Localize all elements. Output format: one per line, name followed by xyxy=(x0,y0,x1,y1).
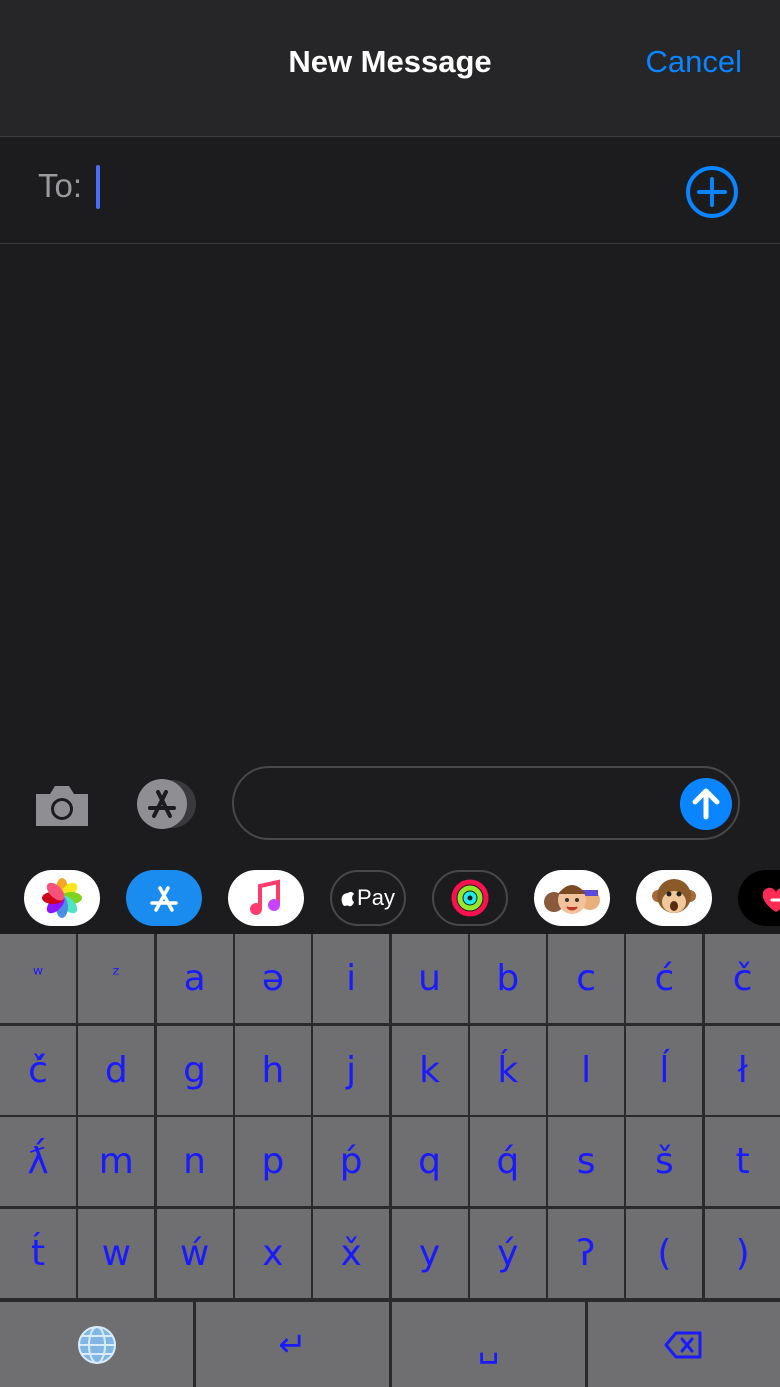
add-contact-icon[interactable] xyxy=(685,165,739,219)
key[interactable]: i xyxy=(313,934,390,1023)
backspace-key[interactable] xyxy=(588,1302,780,1387)
key[interactable]: ʔ xyxy=(548,1208,625,1298)
memoji-stickers-icon[interactable] xyxy=(534,870,610,926)
key[interactable]: ý xyxy=(469,1208,546,1298)
key[interactable]: y xyxy=(391,1208,468,1298)
cancel-button[interactable]: Cancel xyxy=(646,44,743,80)
key[interactable]: g xyxy=(156,1025,233,1115)
key[interactable]: n xyxy=(156,1117,233,1206)
nav-bar: New Message Cancel xyxy=(0,0,780,137)
key[interactable]: m xyxy=(78,1117,155,1206)
key[interactable]: q xyxy=(391,1117,468,1206)
key[interactable]: č́ xyxy=(0,1025,76,1115)
key[interactable]: h xyxy=(234,1025,311,1115)
key[interactable]: k xyxy=(391,1025,468,1115)
key[interactable]: ƛ́ xyxy=(0,1117,76,1206)
key[interactable]: ) xyxy=(704,1208,780,1298)
message-input[interactable] xyxy=(232,766,740,840)
camera-icon[interactable] xyxy=(32,782,92,830)
compose-bar xyxy=(0,760,780,856)
apple-pay-icon[interactable]: Pay xyxy=(330,870,406,926)
app-store-drawer-icon[interactable] xyxy=(132,778,200,830)
animoji-monkey-icon[interactable] xyxy=(636,870,712,926)
digital-touch-icon[interactable] xyxy=(738,870,780,926)
key[interactable]: ẃ xyxy=(156,1208,233,1298)
key[interactable]: s xyxy=(548,1117,625,1206)
key[interactable]: p xyxy=(234,1117,311,1206)
return-key[interactable]: ↵ xyxy=(196,1302,389,1387)
key[interactable]: t́ xyxy=(0,1208,76,1298)
recipient-input[interactable] xyxy=(96,165,100,209)
apple-pay-label: Pay xyxy=(357,885,395,910)
key[interactable]: q́ xyxy=(469,1117,546,1206)
key[interactable]: t xyxy=(704,1117,780,1206)
key[interactable]: ᶻ xyxy=(78,934,155,1023)
key[interactable]: b xyxy=(469,934,546,1023)
key[interactable]: ł xyxy=(704,1025,780,1115)
to-label: To: xyxy=(38,167,83,204)
recipient-row: To: xyxy=(0,137,780,244)
key[interactable]: w xyxy=(78,1208,155,1298)
key[interactable]: ḱ xyxy=(469,1025,546,1115)
space-key[interactable]: ␣ xyxy=(392,1302,585,1387)
key[interactable]: c xyxy=(548,934,625,1023)
key[interactable]: ĺ xyxy=(626,1025,703,1115)
key[interactable]: x xyxy=(234,1208,311,1298)
music-app-icon[interactable] xyxy=(228,870,304,926)
app-drawer: Pay xyxy=(0,866,780,930)
key[interactable]: ṕ xyxy=(313,1117,390,1206)
delete-icon xyxy=(664,1331,702,1358)
key[interactable]: ć xyxy=(626,934,703,1023)
key[interactable]: ʷ xyxy=(0,934,76,1023)
globe-key[interactable] xyxy=(0,1302,193,1387)
activity-app-icon[interactable] xyxy=(432,870,508,926)
app-store-icon[interactable] xyxy=(126,870,202,926)
send-icon[interactable] xyxy=(680,778,732,830)
key[interactable]: d xyxy=(78,1025,155,1115)
custom-keyboard: ʷ ᶻ a ə i u b c ć č č́ d g h j k ḱ l ĺ ł ƛ́ m n p ṕ q q́ s š t t́ w ẃ x x̌… xyxy=(0,934,780,1387)
key[interactable]: ə xyxy=(234,934,311,1023)
key[interactable]: ( xyxy=(626,1208,703,1298)
key[interactable]: j xyxy=(313,1025,390,1115)
photos-app-icon[interactable] xyxy=(24,870,100,926)
key[interactable]: u xyxy=(391,934,468,1023)
key[interactable]: a xyxy=(156,934,233,1023)
key[interactable]: š xyxy=(626,1117,703,1206)
globe-icon xyxy=(77,1325,116,1364)
key[interactable]: x̌ xyxy=(313,1208,390,1298)
key[interactable]: l xyxy=(548,1025,625,1115)
key[interactable]: č xyxy=(704,934,780,1023)
